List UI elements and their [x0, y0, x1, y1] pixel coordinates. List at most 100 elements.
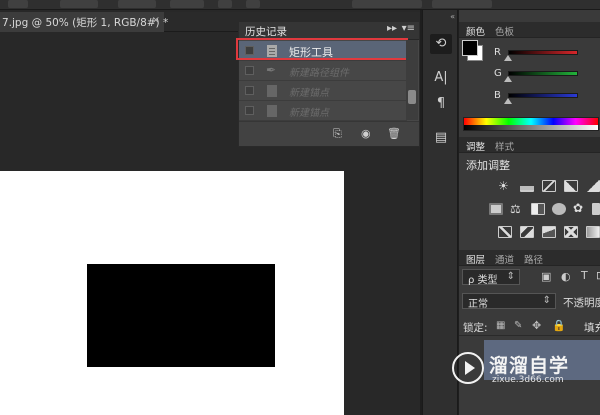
highlight-box — [236, 38, 408, 60]
slider-knob[interactable] — [504, 55, 512, 61]
foreground-color-swatch[interactable] — [462, 40, 478, 56]
option-control[interactable] — [118, 0, 156, 8]
channel-label: R — [494, 47, 501, 58]
history-item-label: 新建锚点 — [289, 108, 329, 119]
tab-swatches[interactable]: 色板 — [495, 24, 514, 38]
document-tab[interactable]: 7.jpg @ 50% (矩形 1, RGB/8#) * × — [0, 12, 168, 32]
camera-icon[interactable]: ◉ — [361, 127, 371, 140]
layers-panel-tabs: 图层 通道 路径 — [459, 250, 600, 268]
adjustment-filter-icon[interactable]: ◐ — [561, 270, 571, 283]
hue-saturation-icon[interactable] — [489, 203, 503, 215]
option-control[interactable] — [246, 0, 260, 8]
gradient-map-icon[interactable] — [586, 226, 600, 238]
history-item[interactable]: 新建锚点 — [239, 101, 407, 121]
curves-icon[interactable] — [542, 180, 556, 192]
red-slider[interactable] — [508, 50, 578, 55]
history-source-checkbox[interactable] — [245, 66, 254, 75]
tab-styles[interactable]: 样式 — [495, 139, 514, 153]
trash-icon[interactable]: 🗑 — [387, 127, 401, 140]
channel-label: G — [494, 68, 502, 79]
tab-adjustments[interactable]: 调整 — [461, 137, 490, 155]
history-item-label: 新建锚点 — [289, 88, 329, 99]
pen-icon: ✒ — [266, 63, 277, 77]
type-filter-icon[interactable]: T — [581, 269, 588, 282]
lock-label: 锁定: — [463, 322, 488, 334]
tab-layers[interactable]: 图层 — [461, 250, 490, 268]
close-icon[interactable]: × — [152, 15, 160, 26]
opacity-label: 不透明度 — [563, 297, 600, 309]
lock-brush-icon[interactable]: ✎ — [514, 320, 522, 331]
tool-preset-icon[interactable]: ▤ — [430, 128, 452, 148]
chevron-updown-icon: ⇕ — [542, 295, 551, 306]
watermark-logo — [452, 352, 484, 384]
document-icon — [267, 85, 277, 97]
shape-filter-icon[interactable]: ⊡ — [596, 269, 600, 282]
option-control[interactable] — [218, 0, 232, 8]
history-brush-icon[interactable]: ⟲ — [430, 34, 452, 54]
lock-move-icon[interactable]: ✥ — [532, 319, 541, 332]
layer-filter-select[interactable]: ρ 类型 ⇕ — [462, 269, 520, 286]
color-lookup-icon[interactable] — [592, 203, 600, 215]
collapse-panel-icon[interactable]: ▸▸ — [387, 23, 397, 34]
option-control[interactable] — [60, 0, 98, 8]
history-item[interactable]: 新建锚点 — [239, 81, 407, 101]
history-panel-footer: ⎘ ◉ 🗑 — [239, 121, 419, 146]
panel-dock-column: « ⟲ A| ¶ ▤ — [422, 10, 458, 415]
lock-all-icon[interactable]: 🔒 — [552, 319, 566, 332]
adjustments-panel-tabs: 调整 样式 — [459, 137, 600, 155]
color-spectrum[interactable] — [463, 117, 599, 131]
paragraph-icon[interactable]: ¶ — [430, 94, 452, 114]
black-white-icon[interactable] — [531, 203, 545, 215]
history-scrollbar[interactable] — [406, 40, 418, 120]
option-control[interactable] — [352, 0, 422, 8]
document-tab-title: 7.jpg @ 50% (矩形 1, RGB/8#) * — [2, 17, 169, 29]
history-item-label: 新建路径组件 — [289, 68, 349, 79]
divider — [459, 335, 600, 336]
option-control[interactable] — [170, 0, 204, 8]
history-source-checkbox[interactable] — [245, 86, 254, 95]
adjustments-heading: 添加调整 — [466, 159, 510, 172]
slider-knob[interactable] — [504, 76, 512, 82]
green-slider[interactable] — [508, 71, 578, 76]
levels-icon[interactable] — [520, 180, 534, 192]
blue-slider[interactable] — [508, 93, 578, 98]
channel-mixer-icon[interactable]: ✿ — [573, 201, 587, 215]
exposure-icon[interactable] — [564, 180, 578, 192]
color-balance-icon[interactable]: ⚖ — [510, 202, 524, 216]
history-source-checkbox[interactable] — [245, 106, 254, 115]
brightness-icon[interactable]: ☀ — [498, 179, 512, 193]
posterize-icon[interactable] — [520, 226, 534, 238]
selective-color-icon[interactable] — [564, 226, 578, 238]
invert-icon[interactable] — [498, 226, 512, 238]
layers-list[interactable] — [459, 384, 600, 415]
option-control[interactable] — [8, 0, 28, 8]
option-control[interactable] — [432, 0, 492, 8]
chevron-updown-icon: ⇕ — [506, 271, 515, 282]
threshold-icon[interactable] — [542, 226, 556, 238]
rectangle-shape[interactable] — [87, 264, 275, 367]
collapse-dock-icon[interactable]: « — [425, 12, 455, 21]
options-bar — [0, 0, 600, 10]
image-filter-icon[interactable]: ▣ — [541, 270, 551, 283]
blend-mode-value: 正常 — [468, 299, 488, 310]
watermark-url: zixue.3d66.com — [492, 375, 564, 385]
tab-color[interactable]: 颜色 — [461, 22, 490, 40]
lock-transparent-icon[interactable]: ▦ — [496, 320, 505, 331]
history-item[interactable]: ✒ 新建路径组件 — [239, 61, 407, 81]
vibrance-icon[interactable] — [586, 180, 600, 192]
fill-label: 填充 — [584, 322, 600, 334]
slider-knob[interactable] — [504, 98, 512, 104]
tab-paths[interactable]: 路径 — [524, 252, 543, 266]
channel-label: B — [494, 90, 501, 101]
photo-filter-icon[interactable] — [552, 203, 566, 215]
character-icon[interactable]: A| — [430, 68, 452, 88]
history-panel-title: 历史记录 — [245, 26, 287, 38]
blend-mode-select[interactable]: 正常 ⇕ — [462, 293, 556, 310]
color-panel-tabs: 颜色 色板 — [459, 22, 600, 40]
panel-menu-icon[interactable]: ▾≡ — [402, 23, 415, 34]
new-document-from-state-icon[interactable]: ⎘ — [333, 127, 342, 141]
scrollbar-thumb[interactable] — [408, 90, 416, 104]
document-icon — [267, 105, 277, 117]
tab-channels[interactable]: 通道 — [495, 252, 514, 266]
layer-filter-label: ρ 类型 — [468, 275, 498, 286]
